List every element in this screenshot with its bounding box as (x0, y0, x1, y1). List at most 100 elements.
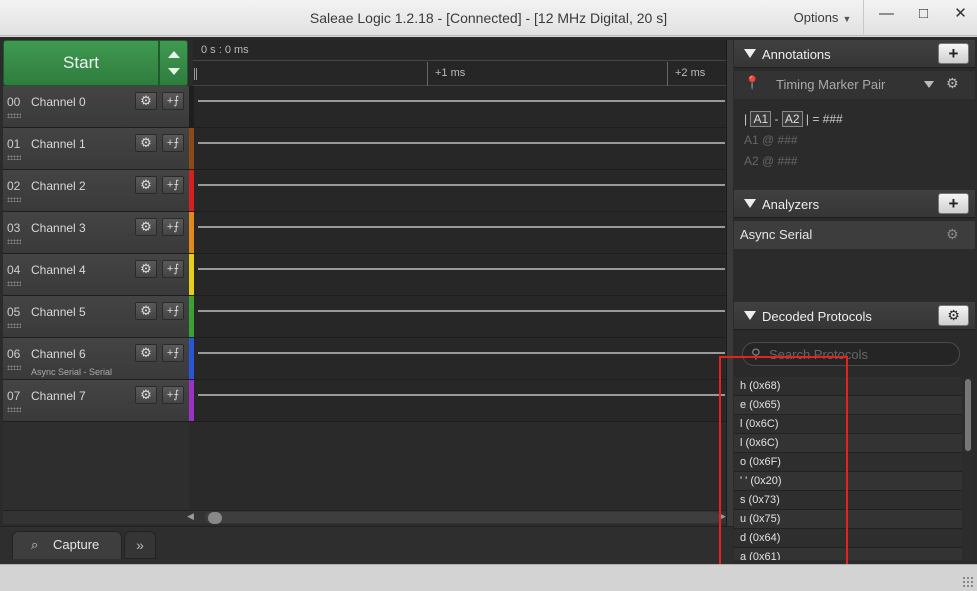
channel-waveform[interactable] (194, 128, 725, 169)
channel-name[interactable]: Channel 2 (31, 179, 86, 193)
scroll-track[interactable] (205, 512, 720, 523)
add-analyzer-to-channel-button[interactable]: +⨍ (162, 260, 184, 278)
close-button[interactable]: ✕ (942, 0, 977, 30)
add-analyzer-to-channel-button[interactable]: +⨍ (162, 92, 184, 110)
drag-handle-icon[interactable] (7, 407, 21, 412)
a1-marker[interactable]: A1 (750, 111, 772, 127)
add-analyzer-to-channel-button[interactable]: +⨍ (162, 176, 184, 194)
drag-handle-icon[interactable] (7, 323, 21, 328)
waveform-line (198, 268, 725, 270)
add-analyzer-to-channel-button[interactable]: +⨍ (162, 344, 184, 362)
decoded-protocol-item[interactable]: u (0x75) (734, 510, 962, 529)
decoded-protocol-item[interactable]: h (0x68) (734, 377, 962, 396)
decoded-protocol-item[interactable]: l (0x6C) (734, 434, 962, 453)
tab-more-button[interactable]: » (124, 531, 156, 559)
analyzers-header[interactable]: Analyzers + (734, 190, 975, 218)
horizontal-scrollbar[interactable]: ◀ ▶ (3, 510, 727, 524)
vertical-scrollbar[interactable] (963, 377, 973, 560)
decoded-protocol-item[interactable]: o (0x6F) (734, 453, 962, 472)
channel-settings-button[interactable]: ⚙ (135, 302, 157, 320)
channel-waveform[interactable] (194, 380, 725, 421)
channel-label[interactable]: 05 Channel 5 ⚙ +⨍ (3, 296, 189, 337)
channel-row: 02 Channel 2 ⚙ +⨍ (3, 170, 727, 212)
collapse-triangle-icon[interactable] (744, 311, 756, 320)
add-analyzer-to-channel-button[interactable]: +⨍ (162, 218, 184, 236)
decoded-protocol-item[interactable]: l (0x6C) (734, 415, 962, 434)
search-protocols-input[interactable] (769, 345, 954, 363)
add-annotation-button[interactable]: + (938, 43, 969, 64)
add-analyzer-button[interactable]: + (938, 193, 969, 214)
channel-name[interactable]: Channel 0 (31, 95, 86, 109)
channel-settings-button[interactable]: ⚙ (135, 218, 157, 236)
panel-splitter[interactable] (726, 40, 733, 530)
gear-icon[interactable]: ⚙ (946, 226, 959, 243)
analyzer-item[interactable]: Async Serial ⚙ (734, 221, 975, 249)
channel-name[interactable]: Channel 5 (31, 305, 86, 319)
maximize-button[interactable]: □ (905, 0, 942, 30)
channel-name[interactable]: Channel 3 (31, 221, 86, 235)
scroll-thumb[interactable] (965, 379, 971, 451)
channel-settings-button[interactable]: ⚙ (135, 134, 157, 152)
decoded-protocol-item[interactable]: d (0x64) (734, 529, 962, 548)
timeline-ruler[interactable]: 0 s : 0 ms +1 ms +2 ms (193, 40, 726, 86)
add-analyzer-to-channel-button[interactable]: +⨍ (162, 386, 184, 404)
scroll-right-icon[interactable]: ▶ (719, 511, 726, 522)
channel-settings-button[interactable]: ⚙ (135, 344, 157, 362)
drag-handle-icon[interactable] (7, 365, 21, 370)
annotations-header[interactable]: Annotations + (734, 40, 975, 68)
search-protocols[interactable]: ⚲ (742, 342, 960, 366)
channel-waveform[interactable] (194, 254, 725, 295)
collapse-triangle-icon[interactable] (744, 199, 756, 208)
channel-name[interactable]: Channel 7 (31, 389, 86, 403)
add-analyzer-to-channel-button[interactable]: +⨍ (162, 302, 184, 320)
channel-waveform[interactable] (194, 170, 725, 211)
a2-marker[interactable]: A2 (781, 111, 803, 127)
decoded-settings-button[interactable]: ⚙ (938, 305, 969, 326)
channel-name[interactable]: Channel 6 (31, 347, 86, 361)
channel-label[interactable]: 01 Channel 1 ⚙ +⨍ (3, 128, 189, 169)
channel-waveform[interactable] (194, 212, 725, 253)
main-frame: Start 0 s : 0 ms +1 ms +2 ms 00 Channel 0… (0, 37, 977, 564)
decoded-protocol-item[interactable]: s (0x73) (734, 491, 962, 510)
scroll-thumb[interactable] (208, 512, 222, 524)
channel-label[interactable]: 02 Channel 2 ⚙ +⨍ (3, 170, 189, 211)
channel-settings-button[interactable]: ⚙ (135, 176, 157, 194)
dropdown-icon[interactable] (924, 81, 934, 88)
scroll-left-icon[interactable]: ◀ (187, 511, 194, 522)
timing-marker-pair[interactable]: 📍 Timing Marker Pair ⚙ (734, 71, 975, 99)
drag-handle-icon[interactable] (7, 155, 21, 160)
options-menu[interactable]: Options ▼ (782, 0, 864, 36)
decoded-protocols-header[interactable]: Decoded Protocols ⚙ (734, 302, 975, 330)
decoded-protocol-item[interactable]: ' ' (0x20) (734, 472, 962, 491)
channel-waveform[interactable] (194, 296, 725, 337)
channel-settings-button[interactable]: ⚙ (135, 260, 157, 278)
gear-icon[interactable]: ⚙ (946, 75, 959, 92)
drag-handle-icon[interactable] (7, 239, 21, 244)
channel-label[interactable]: 06 Channel 6 Async Serial - Serial ⚙ +⨍ (3, 338, 189, 379)
channel-label[interactable]: 07 Channel 7 ⚙ +⨍ (3, 380, 189, 421)
drag-handle-icon[interactable] (7, 281, 21, 286)
tab-capture[interactable]: ⌕ Capture (12, 531, 122, 559)
timing-marker-handle[interactable] (194, 68, 197, 80)
drag-handle-icon[interactable] (7, 113, 21, 118)
channel-settings-button[interactable]: ⚙ (135, 92, 157, 110)
resize-grip-icon[interactable] (962, 576, 974, 588)
start-options-button[interactable] (159, 40, 188, 86)
add-analyzer-to-channel-button[interactable]: +⨍ (162, 134, 184, 152)
decoded-protocol-item[interactable]: e (0x65) (734, 396, 962, 415)
channel-waveform[interactable] (194, 86, 725, 127)
channel-label[interactable]: 03 Channel 3 ⚙ +⨍ (3, 212, 189, 253)
channel-number: 06 (7, 347, 21, 361)
drag-handle-icon[interactable] (7, 197, 21, 202)
channel-name[interactable]: Channel 4 (31, 263, 86, 277)
channel-waveform[interactable] (194, 338, 725, 379)
channel-settings-button[interactable]: ⚙ (135, 386, 157, 404)
decoded-protocol-item[interactable]: a (0x61) (734, 548, 962, 560)
channel-label[interactable]: 00 Channel 0 ⚙ +⨍ (3, 86, 189, 127)
start-button[interactable]: Start (3, 40, 159, 86)
channel-name[interactable]: Channel 1 (31, 137, 86, 151)
minimize-button[interactable]: — (868, 0, 905, 30)
channel-label[interactable]: 04 Channel 4 ⚙ +⨍ (3, 254, 189, 295)
annotation-values: | A1 - A2 | = ### A1 @ ### A2 @ ### (734, 99, 975, 189)
collapse-triangle-icon[interactable] (744, 49, 756, 58)
